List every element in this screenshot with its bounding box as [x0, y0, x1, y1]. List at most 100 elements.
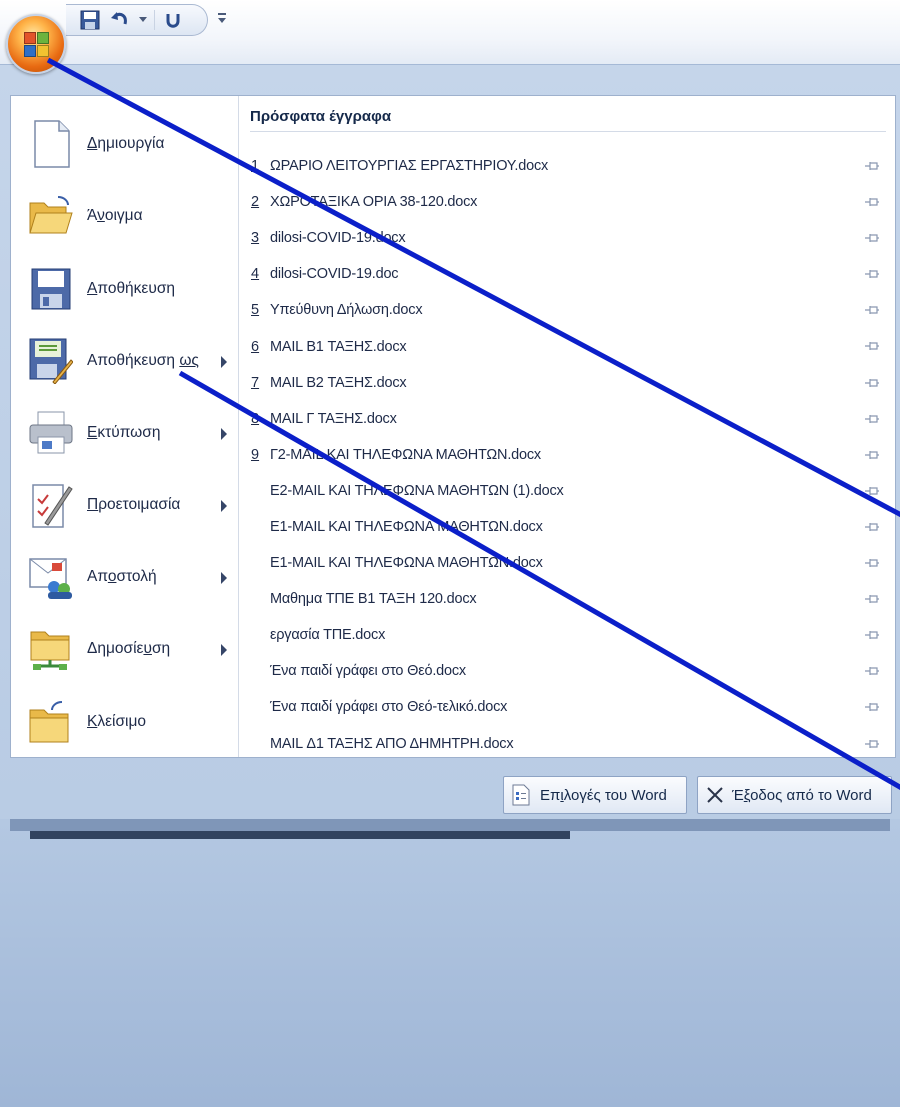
recent-document-item[interactable]: 4 dilosi-COVID-19.doc	[240, 256, 895, 292]
pin-icon[interactable]	[865, 629, 879, 641]
recent-document-name: dilosi-COVID-19.docx	[270, 230, 406, 247]
toolbar-divider	[154, 10, 155, 30]
recent-document-name: MAIL Δ1 ΤΑΞΗΣ ΑΠΟ ΔΗΜΗΤΡΗ.docx	[270, 735, 514, 752]
menu-item-label: Άνοιγμα	[87, 207, 143, 224]
office-menu-panel: Δημιουργία Άνοιγμα Αποθήκευση Αποθήκευση…	[10, 95, 896, 758]
recent-document-item[interactable]: 5 Υπεύθυνη Δήλωση.docx	[240, 292, 895, 328]
recent-document-item[interactable]: 6 MAIL B1 ΤΑΞΗΣ.docx	[240, 328, 895, 364]
submenu-arrow-icon	[221, 644, 227, 656]
recent-document-name: dilosi-COVID-19.doc	[270, 266, 399, 283]
pin-icon[interactable]	[865, 232, 879, 244]
recent-document-item[interactable]: Μαθημα ΤΠΕ Β1 ΤΑΞΗ 120.docx	[240, 581, 895, 617]
pin-icon[interactable]	[865, 340, 879, 352]
recent-documents-pane: Πρόσφατα έγγραφα 1 ΩΡΑΡΙΟ ΛΕΙΤΟΥΡΓΙΑΣ ΕΡΓ…	[240, 96, 895, 757]
undo-dropdown[interactable]	[138, 8, 148, 32]
recent-documents-list: 1 ΩΡΑΡΙΟ ΛΕΙΤΟΥΡΓΙΑΣ ΕΡΓΑΣΤΗΡΙΟΥ.docx 2 ΧΩΡ…	[240, 148, 895, 762]
menu-item-save-as[interactable]: Αποθήκευση ως	[11, 325, 239, 397]
new-document-icon	[34, 120, 70, 168]
printer-icon	[29, 411, 73, 454]
menu-item-label: Δημιουργία	[87, 135, 165, 152]
undo-icon	[111, 12, 127, 25]
pin-icon[interactable]	[865, 557, 879, 569]
recent-document-item[interactable]: Ένα παιδί γράφει στο Θεό-τελικό.docx	[240, 689, 895, 725]
menu-item-close[interactable]: Κλείσιμο	[11, 686, 239, 758]
recent-document-number: 4	[251, 266, 260, 283]
menu-item-new[interactable]: Δημιουργία	[11, 108, 239, 180]
recent-document-name: Ε2-MAIL ΚΑΙ ΤΗΛΕΦΩΝΑ ΜΑΘΗΤΩΝ (1).docx	[270, 482, 564, 499]
pin-icon[interactable]	[865, 304, 879, 316]
menu-item-prepare[interactable]: Προετοιμασία	[11, 469, 239, 541]
recent-document-name: ΧΩΡΟΤΑΞΙΚΑ ΟΡΙΑ 38-120.docx	[270, 194, 478, 211]
recent-document-item[interactable]: εργασία ΤΠΕ.docx	[240, 617, 895, 653]
recent-document-name: Ένα παιδί γράφει στο Θεό-τελικό.docx	[270, 699, 508, 716]
close-icon	[707, 787, 723, 803]
undo-button[interactable]	[108, 8, 132, 32]
pin-icon[interactable]	[865, 160, 879, 172]
office-menu-footer: Επιλογές του Word Έξοδος από το Word	[0, 759, 900, 819]
pin-icon[interactable]	[865, 377, 879, 389]
recent-document-number: 8	[251, 410, 260, 427]
recent-document-name: MAIL B1 ΤΑΞΗΣ.docx	[270, 338, 407, 355]
options-icon	[512, 784, 530, 806]
menu-item-save[interactable]: Αποθήκευση	[11, 253, 239, 325]
exit-word-button[interactable]: Έξοδος από το Word	[697, 776, 892, 814]
prepare-icon	[32, 484, 73, 528]
word-options-button[interactable]: Επιλογές του Word	[503, 776, 687, 814]
command-list: Δημιουργία Άνοιγμα Αποθήκευση Αποθήκευση…	[11, 96, 239, 757]
status-bar-inner	[30, 831, 570, 839]
recent-document-item[interactable]: 1 ΩΡΑΡΙΟ ΛΕΙΤΟΥΡΓΙΑΣ ΕΡΓΑΣΤΗΡΙΟΥ.docx	[240, 148, 895, 184]
pin-icon[interactable]	[865, 738, 879, 750]
recent-document-number: 2	[251, 194, 260, 211]
submenu-arrow-icon	[221, 572, 227, 584]
menu-item-open[interactable]: Άνοιγμα	[11, 180, 239, 252]
pin-icon[interactable]	[865, 593, 879, 605]
menu-item-send[interactable]: Αποστολή	[11, 541, 239, 613]
close-folder-icon	[29, 701, 69, 743]
office-menu: Δημιουργία Άνοιγμα Αποθήκευση Αποθήκευση…	[0, 64, 900, 1107]
title-bar	[0, 0, 900, 74]
recent-document-item[interactable]: 3 dilosi-COVID-19.docx	[240, 220, 895, 256]
menu-item-publish[interactable]: Δημοσίευση	[11, 613, 239, 685]
recent-document-name: εργασία ΤΠΕ.docx	[270, 627, 386, 644]
recent-document-name: MAIL Γ ΤΑΞΗΣ.docx	[270, 410, 397, 427]
recent-document-item[interactable]: 2 ΧΩΡΟΤΑΞΙΚΑ ΟΡΙΑ 38-120.docx	[240, 184, 895, 220]
recent-document-item[interactable]: 9 Γ2-MAIL ΚΑΙ ΤΗΛΕΦΩΝΑ ΜΑΘΗΤΩΝ.docx	[240, 437, 895, 473]
pin-icon[interactable]	[865, 521, 879, 533]
recent-document-item[interactable]: Ένα παιδί γράφει στο Θεό.docx	[240, 653, 895, 689]
quick-access-toolbar	[66, 4, 208, 36]
menu-item-label: Προετοιμασία	[87, 496, 181, 513]
recent-document-item[interactable]: Ε1-MAIL ΚΑΙ ΤΗΛΕΦΩΝΑ ΜΑΘΗΤΩΝ.docx	[240, 509, 895, 545]
recent-document-name: Ε1-MAIL ΚΑΙ ΤΗΛΕΦΩΝΑ ΜΑΘΗΤΩΝ.docx	[270, 518, 543, 535]
recent-document-name: Μαθημα ΤΠΕ Β1 ΤΑΞΗ 120.docx	[270, 591, 477, 608]
redo-button[interactable]	[161, 8, 185, 32]
status-bar	[10, 819, 890, 831]
pin-icon[interactable]	[865, 196, 879, 208]
pin-icon[interactable]	[865, 665, 879, 677]
customize-toolbar-button[interactable]	[216, 10, 230, 28]
save-disk-icon	[31, 268, 71, 310]
recent-document-name: Υπεύθυνη Δήλωση.docx	[270, 302, 423, 319]
submenu-arrow-icon	[221, 428, 227, 440]
pin-icon[interactable]	[865, 413, 879, 425]
pin-icon[interactable]	[865, 268, 879, 280]
menu-item-label: Αποθήκευση	[87, 280, 176, 297]
pin-icon[interactable]	[865, 449, 879, 461]
submenu-arrow-icon	[221, 356, 227, 368]
recent-document-number: 9	[251, 446, 260, 463]
recent-document-item[interactable]: Ε1-MAIL ΚΑΙ ΤΗΛΕΦΩΝΑ ΜΑΘΗΤΩΝ.docx	[240, 545, 895, 581]
recent-document-item[interactable]: Ε2-MAIL ΚΑΙ ΤΗΛΕΦΩΝΑ ΜΑΘΗΤΩΝ (1).docx	[240, 473, 895, 509]
recent-document-item[interactable]: 7 MAIL B2 ΤΑΞΗΣ.docx	[240, 365, 895, 401]
recent-document-item[interactable]: 8 MAIL Γ ΤΑΞΗΣ.docx	[240, 401, 895, 437]
recent-document-item[interactable]: MAIL Δ1 ΤΑΞΗΣ ΑΠΟ ΔΗΜΗΤΡΗ.docx	[240, 726, 895, 762]
pin-icon[interactable]	[865, 701, 879, 713]
chevron-down-icon	[139, 17, 147, 22]
menu-item-print[interactable]: Εκτύπωση	[11, 397, 239, 469]
customize-dropdown-icon	[218, 13, 226, 23]
send-mail-icon	[29, 558, 72, 599]
recent-document-name: Γ2-MAIL ΚΑΙ ΤΗΛΕΦΩΝΑ ΜΑΘΗΤΩΝ.docx	[270, 446, 541, 463]
save-quick-button[interactable]	[78, 8, 102, 32]
recent-document-name: Ε1-MAIL ΚΑΙ ΤΗΛΕΦΩΝΑ ΜΑΘΗΤΩΝ.docx	[270, 555, 543, 572]
recent-document-name: Ένα παιδί γράφει στο Θεό.docx	[270, 663, 466, 680]
pin-icon[interactable]	[865, 485, 879, 497]
office-button[interactable]	[6, 14, 66, 74]
